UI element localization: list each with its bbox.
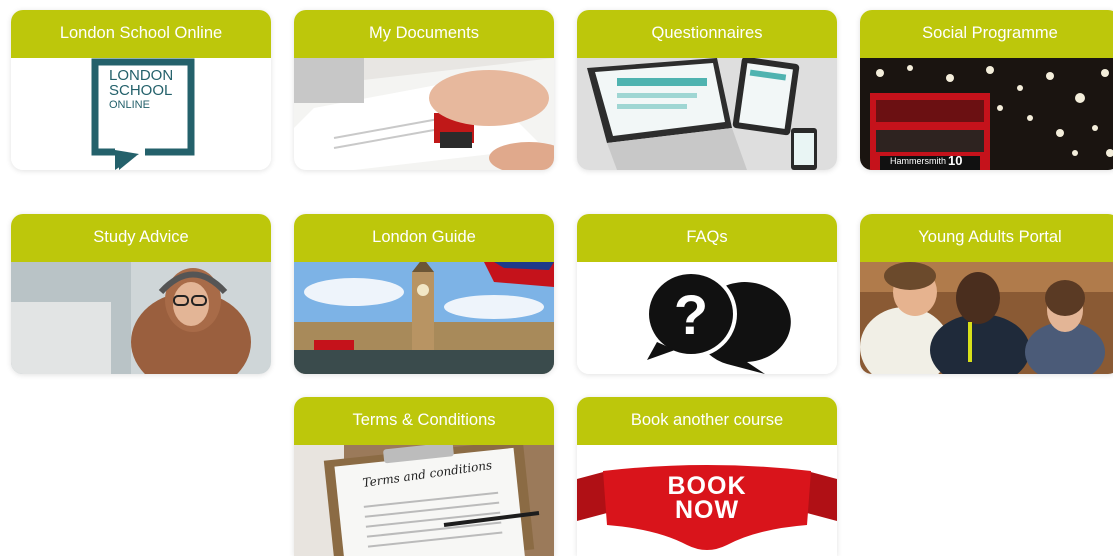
questionnaires-devices-photo xyxy=(577,58,837,170)
tile-my-documents[interactable]: My Documents xyxy=(294,10,554,170)
logo-line-3: ONLINE xyxy=(109,99,150,111)
bus-destination: Hammersmith xyxy=(890,156,947,166)
tile-questionnaires[interactable]: Questionnaires xyxy=(577,10,837,170)
tile-title: Questionnaires xyxy=(577,10,837,58)
documents-stamp-photo xyxy=(294,58,554,170)
tile-title: Young Adults Portal xyxy=(860,214,1113,262)
faqs-speech-bubbles-icon: ? xyxy=(577,262,837,374)
tile-title: Social Programme xyxy=(860,10,1113,58)
tile-title: Terms & Conditions xyxy=(294,397,554,445)
london-school-online-logo: LONDON SCHOOL ONLINE xyxy=(11,58,271,170)
book-now-banner[interactable]: BOOK NOW xyxy=(577,445,837,556)
tile-terms-conditions[interactable]: Terms & Conditions Terms and conditions xyxy=(294,397,554,556)
tile-title: Book another course xyxy=(577,397,837,445)
book-now-line-1: BOOK xyxy=(667,472,747,500)
svg-text:?: ? xyxy=(674,283,708,346)
tile-london-school-online[interactable]: London School Online LONDON SCHOOL ONLIN… xyxy=(11,10,271,170)
book-now-line-2: NOW xyxy=(674,496,740,524)
study-advice-photo xyxy=(11,262,271,374)
terms-clipboard-photo: Terms and conditions xyxy=(294,445,554,556)
tile-title: London Guide xyxy=(294,214,554,262)
tile-study-advice[interactable]: Study Advice xyxy=(11,214,271,374)
tile-title: London School Online xyxy=(11,10,271,58)
bus-route: 10 xyxy=(948,153,963,168)
logo-line-2: SCHOOL xyxy=(109,82,173,99)
tile-social-programme[interactable]: Social Programme Hammersmith 10 xyxy=(860,10,1113,170)
london-guide-bigben-photo xyxy=(294,262,554,374)
tile-book-another-course[interactable]: Book another course BOOK NOW xyxy=(577,397,837,556)
tile-title: FAQs xyxy=(577,214,837,262)
tile-title: My Documents xyxy=(294,10,554,58)
tile-young-adults-portal[interactable]: Young Adults Portal xyxy=(860,214,1113,374)
tile-faqs[interactable]: FAQs ? xyxy=(577,214,837,374)
tile-london-guide[interactable]: London Guide xyxy=(294,214,554,374)
tile-title: Study Advice xyxy=(11,214,271,262)
young-adults-photo xyxy=(860,262,1113,374)
logo-line-1: LONDON xyxy=(109,67,174,84)
social-programme-bus-photo: Hammersmith 10 xyxy=(860,58,1113,170)
